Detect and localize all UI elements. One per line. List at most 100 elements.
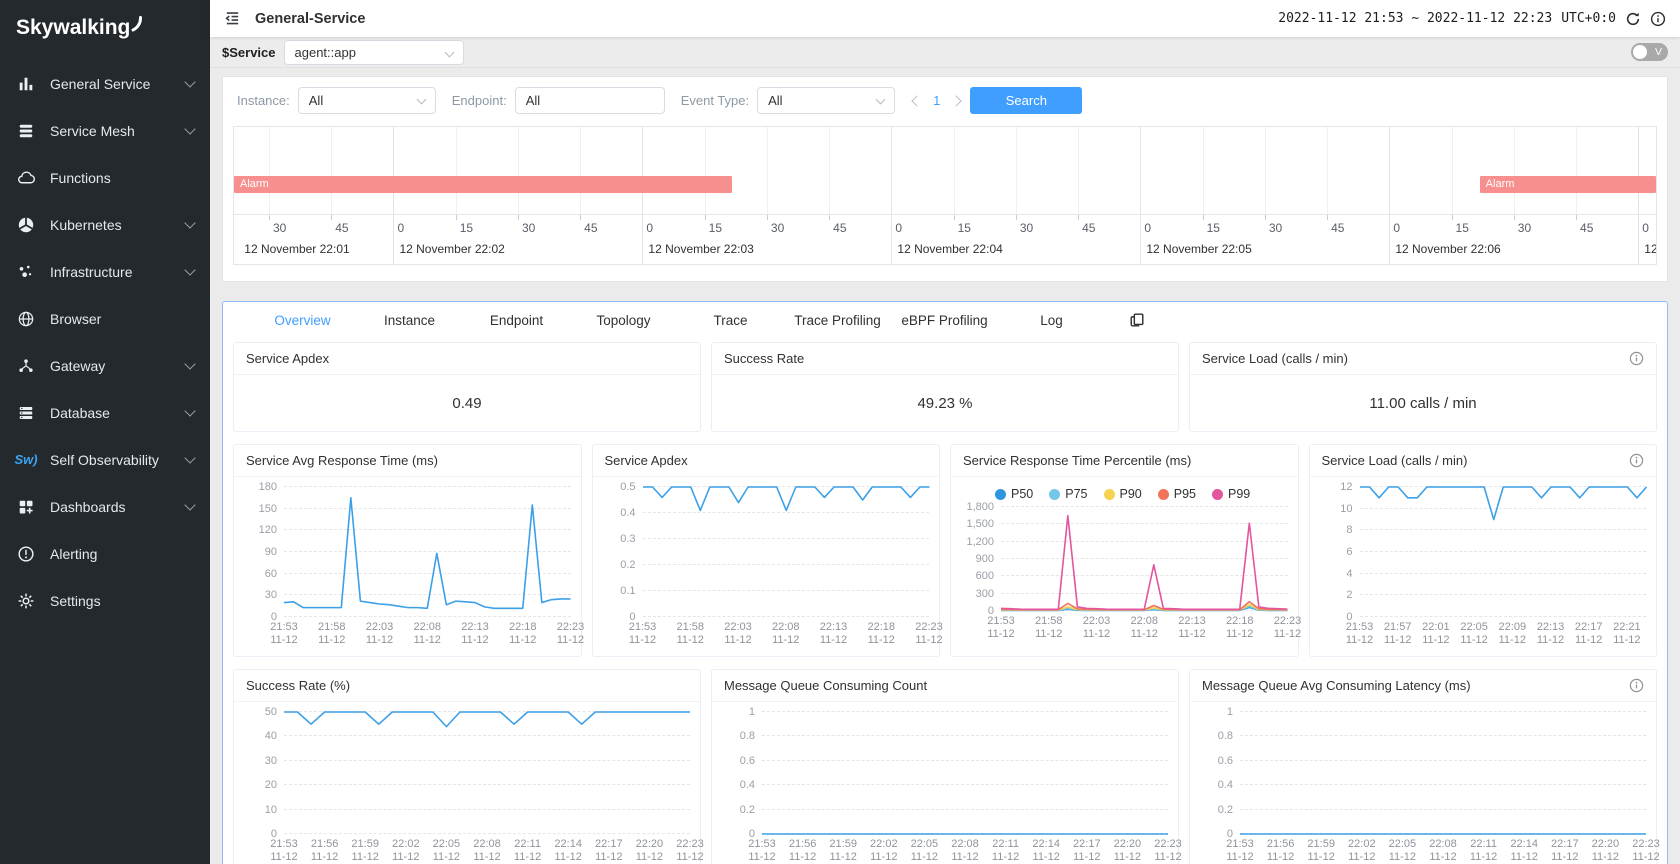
metric-title: Service Load (calls / min) xyxy=(1202,351,1348,366)
chart-legend: P50 P75 P90 P95 P99 xyxy=(957,487,1288,507)
sidebar-item-dashboards[interactable]: Dashboards xyxy=(0,483,210,530)
tab-log[interactable]: Log xyxy=(998,313,1105,328)
timeline-gridline xyxy=(580,127,581,214)
search-button[interactable]: Search xyxy=(970,87,1082,114)
metric-title: Service Apdex xyxy=(246,351,329,366)
filter-select-endpoint[interactable]: All xyxy=(515,87,665,114)
chevron-down-icon xyxy=(184,217,195,228)
plot-row: 01020304050 xyxy=(240,712,690,834)
timezone[interactable]: UTC+0:0 xyxy=(1561,11,1616,26)
x-tick-label: 22:0511-12 xyxy=(1389,838,1417,864)
version-toggle[interactable]: V xyxy=(1631,43,1668,61)
tab-trace[interactable]: Trace xyxy=(677,313,784,328)
sidebar-item-infrastructure[interactable]: Infrastructure xyxy=(0,248,210,295)
prev-page-icon[interactable] xyxy=(911,95,922,106)
x-tick-label: 22:1711-12 xyxy=(1551,838,1579,864)
alarm-bar[interactable]: Alarm xyxy=(1480,176,1656,193)
chart-body: P50 P75 P90 P95 P99 03006009001,2001,5001,800… xyxy=(951,477,1298,650)
sidebar-item-database[interactable]: Database xyxy=(0,389,210,436)
timeline-tick-label: 45 xyxy=(1082,221,1095,235)
topbar: General-Service 2022-11-12 21:53 ~ 2022-… xyxy=(210,0,1680,37)
page-number[interactable]: 1 xyxy=(933,93,940,108)
info-icon[interactable] xyxy=(1650,11,1666,27)
copy-icon[interactable] xyxy=(1129,312,1145,328)
chart-y-axis: 00.10.20.30.40.5 xyxy=(599,487,643,617)
time-range[interactable]: 2022-11-12 21:53 ~ 2022-11-12 22:23 xyxy=(1278,11,1552,26)
x-tick-label: 21:5611-12 xyxy=(311,838,339,864)
database-icon xyxy=(16,403,36,423)
legend-dot xyxy=(1158,489,1169,500)
sidebar-item-settings[interactable]: Settings xyxy=(0,577,210,624)
timeline-date-label: 12 xyxy=(1644,242,1656,256)
chart-card-service-response-time-percentile: Service Response Time Percentile (ms)P50… xyxy=(950,444,1299,657)
legend-item-p95[interactable]: P95 xyxy=(1158,487,1196,501)
chart-title: Success Rate (%) xyxy=(246,678,350,693)
info-icon[interactable] xyxy=(1629,678,1644,693)
sidebar-item-alerting[interactable]: Alerting xyxy=(0,530,210,577)
plot-row: 03006009001,2001,5001,800 xyxy=(957,507,1288,611)
x-tick-label: 21:5311-12 xyxy=(629,621,657,647)
timeline-tick-label: 45 xyxy=(1331,221,1344,235)
chevron-down-icon xyxy=(184,123,195,134)
chart-title: Message Queue Consuming Count xyxy=(724,678,927,693)
cloud-icon xyxy=(16,168,36,188)
chart-card-service-apdex: Service Apdex00.10.20.30.40.521:5311-122… xyxy=(592,444,941,657)
timeline-minute-border xyxy=(1140,215,1141,237)
sidebar-item-kubernetes[interactable]: Kubernetes xyxy=(0,201,210,248)
legend-item-p99[interactable]: P99 xyxy=(1212,487,1250,501)
tab-overview[interactable]: Overview xyxy=(249,313,356,328)
sidebar-item-label: Self Observability xyxy=(50,452,186,468)
sidebar-item-browser[interactable]: Browser xyxy=(0,295,210,342)
sidebar-item-label: Functions xyxy=(50,170,194,186)
tab-trace-profiling[interactable]: Trace Profiling xyxy=(784,313,891,328)
info-icon[interactable] xyxy=(1629,351,1644,366)
plot-row: 00.20.40.60.81 xyxy=(718,712,1168,834)
y-tick-label: 10 xyxy=(265,804,277,816)
x-tick-label: 22:2311-12 xyxy=(1154,838,1182,864)
next-page-icon[interactable] xyxy=(951,95,962,106)
sidebar-item-self-observability[interactable]: Sw)Self Observability xyxy=(0,436,210,483)
sidebar-collapse-icon[interactable] xyxy=(224,10,241,27)
chevron-down-icon xyxy=(876,95,886,105)
timeline-ticks: 3045015304501530450153045015304501530450 xyxy=(234,215,1656,237)
x-tick-label: 22:2111-12 xyxy=(1613,621,1641,647)
sidebar-item-general-service[interactable]: General Service xyxy=(0,60,210,107)
x-tick-label: 21:5811-12 xyxy=(1035,615,1063,641)
timeline-tick-label: 30 xyxy=(522,221,535,235)
legend-item-p50[interactable]: P50 xyxy=(995,487,1033,501)
skywalking-logo[interactable]: Skywalking xyxy=(0,0,210,60)
series-line-success xyxy=(284,712,690,727)
y-tick-label: 4 xyxy=(1346,568,1352,580)
y-tick-label: 150 xyxy=(259,503,277,515)
chart-x-axis: 21:5311-1221:5811-1222:0311-1222:0811-12… xyxy=(643,621,930,654)
timeline-tick-mark xyxy=(954,215,955,220)
timeline-gridline xyxy=(1576,127,1577,214)
sidebar-item-service-mesh[interactable]: Service Mesh xyxy=(0,107,210,154)
tab-ebpf-profiling[interactable]: eBPF Profiling xyxy=(891,313,998,328)
x-tick-label: 22:2011-12 xyxy=(636,838,664,864)
filter-select-event-type[interactable]: All xyxy=(757,87,895,114)
alarm-bar[interactable]: Alarm xyxy=(234,176,732,193)
timeline-tick-mark xyxy=(767,215,768,220)
tab-instance[interactable]: Instance xyxy=(356,313,463,328)
refresh-icon[interactable] xyxy=(1625,11,1641,27)
infrastructure-icon xyxy=(16,262,36,282)
chevron-down-icon xyxy=(184,405,195,416)
sidebar-item-functions[interactable]: Functions xyxy=(0,154,210,201)
tab-topology[interactable]: Topology xyxy=(570,313,677,328)
gear-icon xyxy=(16,591,36,611)
tab-endpoint[interactable]: Endpoint xyxy=(463,313,570,328)
chart-title-row: Service Load (calls / min) xyxy=(1310,445,1657,477)
info-icon[interactable] xyxy=(1629,453,1644,468)
legend-item-p75[interactable]: P75 xyxy=(1049,487,1087,501)
sidebar-item-gateway[interactable]: Gateway xyxy=(0,342,210,389)
content: Instance:AllEndpoint:AllEvent Type:All 1… xyxy=(210,68,1680,864)
chart-plot-area xyxy=(284,487,571,617)
service-select[interactable]: agent::app xyxy=(284,40,464,65)
timeline-tick-label: 15 xyxy=(1456,221,1469,235)
timeline-date-label: 12 November 22:04 xyxy=(897,242,1002,256)
event-timeline[interactable]: AlarmAlarm 30450153045015304501530450153… xyxy=(233,126,1657,265)
legend-item-p90[interactable]: P90 xyxy=(1104,487,1142,501)
filter-select-instance[interactable]: All xyxy=(298,87,436,114)
x-tick-label: 22:1811-12 xyxy=(509,621,537,647)
